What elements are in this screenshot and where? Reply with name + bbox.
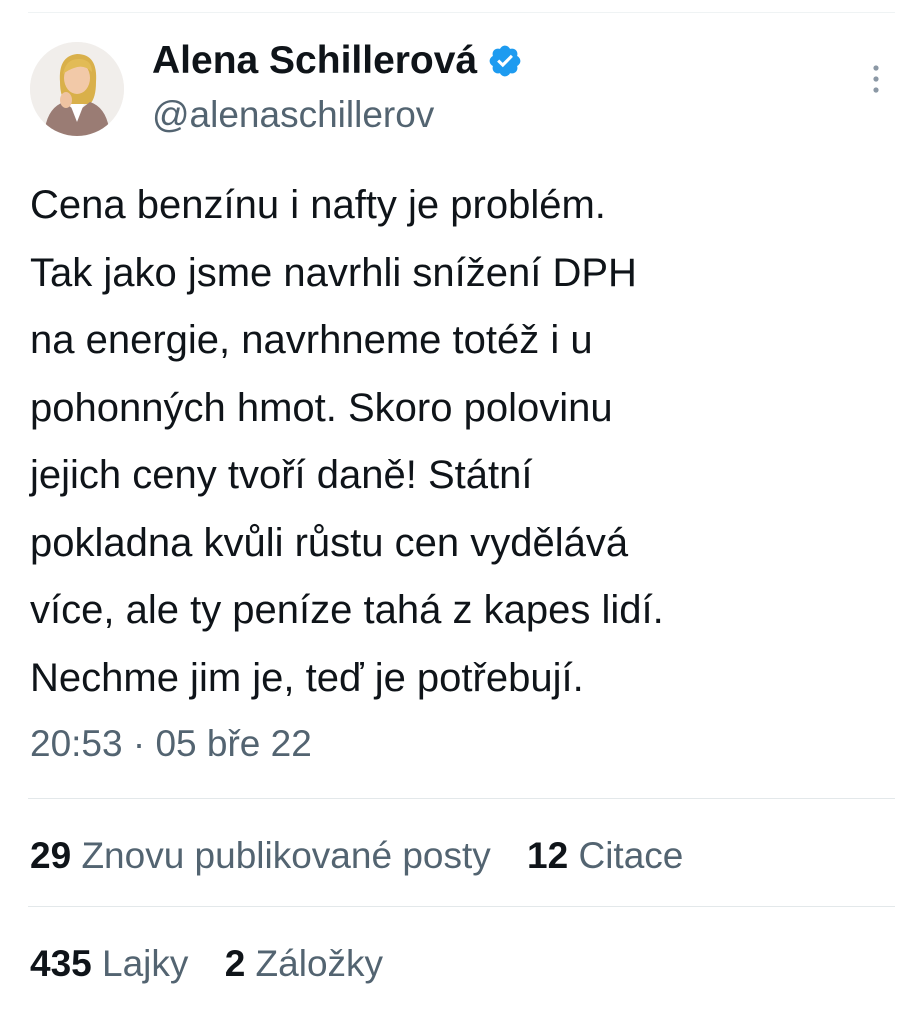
tweet-text-line: Cena benzínu i nafty je problém. xyxy=(30,183,606,227)
stats-row-likes-bookmarks: 435 Lajky 2 Záložky xyxy=(30,938,383,990)
divider xyxy=(28,906,895,907)
tweet-text-line: Nechme jim je, teď je potřebují. xyxy=(30,655,584,700)
reposts-count: 29 xyxy=(30,835,72,876)
top-divider xyxy=(28,12,895,13)
tweet-text-line: na energie, navrhneme totéž i u xyxy=(30,318,593,362)
author-handle[interactable]: @alenaschillerov xyxy=(152,92,434,138)
bookmarks-stat[interactable]: 2 Záložky xyxy=(225,938,383,990)
quotes-stat[interactable]: 12 Citace xyxy=(527,830,683,882)
verified-badge-icon xyxy=(487,43,523,79)
tweet-timestamp[interactable]: 20:53 · 05 bře 22 xyxy=(30,718,312,770)
likes-label: Lajky xyxy=(102,943,189,984)
reposts-label: Znovu publikované posty xyxy=(81,835,491,876)
author-display-name[interactable]: Alena Schillerová xyxy=(152,38,523,84)
display-name-text: Alena Schillerová xyxy=(152,39,478,82)
tweet-text-line: Tak jako jsme navrhli snížení DPH xyxy=(30,250,637,295)
likes-stat[interactable]: 435 Lajky xyxy=(30,938,188,990)
quotes-label: Citace xyxy=(578,835,684,876)
bookmarks-count: 2 xyxy=(224,943,246,984)
tweet-text-line: pokladna kvůli růstu cen vydělává xyxy=(30,520,629,565)
quotes-count: 12 xyxy=(527,835,569,876)
tweet-text-line: pohonných hmot. Skoro polovinu xyxy=(30,385,613,430)
avatar-photo xyxy=(30,42,124,136)
tweet-text: Cena benzínu i nafty je problém. Tak jak… xyxy=(30,172,890,712)
stats-row-reposts-quotes: 29 Znovu publikované posty 12 Citace xyxy=(30,830,683,882)
more-vertical-icon[interactable] xyxy=(866,62,886,98)
reposts-stat[interactable]: 29 Znovu publikované posty xyxy=(30,830,491,882)
tweet-text-line: více, ale ty peníze tahá z kapes lidí. xyxy=(30,588,664,632)
likes-count: 435 xyxy=(30,943,92,984)
tweet-text-line: jejich ceny tvoří daně! Státní xyxy=(30,453,533,497)
author-avatar[interactable] xyxy=(30,42,124,136)
bookmarks-label: Záložky xyxy=(255,943,384,984)
divider xyxy=(28,798,895,799)
